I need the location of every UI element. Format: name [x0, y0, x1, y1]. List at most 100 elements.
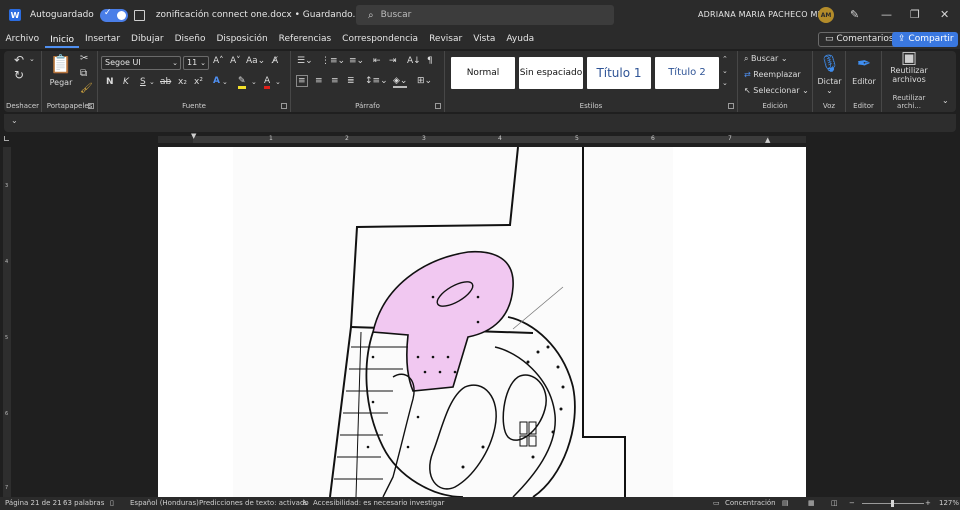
font-launcher[interactable]: [281, 103, 287, 109]
menu-revisar[interactable]: Revisar: [424, 30, 468, 49]
avatar[interactable]: AM: [818, 7, 834, 23]
vertical-ruler[interactable]: 3 4 5 6 7: [3, 147, 11, 497]
menu-vista[interactable]: Vista: [468, 30, 501, 49]
find-button[interactable]: ⌕ Buscar ⌄: [744, 54, 788, 64]
accessibility-status[interactable]: Accesibilidad: es necesario investigar: [313, 499, 444, 507]
sort-icon[interactable]: A↓: [407, 56, 421, 66]
text-effects-dropdown-icon[interactable]: ⌄: [222, 78, 228, 86]
search-box[interactable]: ⌕ Buscar: [356, 5, 614, 25]
zoom-in-icon[interactable]: +: [925, 499, 931, 507]
justify-icon[interactable]: ≣: [347, 76, 355, 86]
font-size-combo[interactable]: 11 ⌄: [183, 56, 209, 70]
menu-referencias[interactable]: Referencias: [273, 30, 337, 49]
styles-launcher[interactable]: [728, 103, 734, 109]
cut-icon[interactable]: ✂: [80, 53, 88, 64]
language[interactable]: Español (Honduras): [130, 499, 199, 507]
redo-icon[interactable]: ↻: [14, 68, 24, 82]
minimize-icon[interactable]: —: [881, 8, 892, 21]
grow-font-icon[interactable]: A˄: [213, 56, 224, 66]
clipboard-launcher[interactable]: [88, 103, 94, 109]
right-indent-marker[interactable]: ▲: [765, 136, 770, 144]
show-marks-icon[interactable]: ¶: [427, 56, 433, 66]
text-effects-icon[interactable]: A: [213, 76, 220, 86]
superscript-icon[interactable]: x²: [194, 77, 203, 87]
undo-dropdown-icon[interactable]: ⌄: [29, 55, 35, 63]
editor-button[interactable]: ✒ Editor: [848, 54, 880, 86]
style-heading-2[interactable]: Título 2: [655, 57, 719, 89]
zoom-level[interactable]: 127%: [939, 499, 959, 507]
font-color-dropdown-icon[interactable]: ⌄: [275, 78, 281, 86]
highlight-dropdown-icon[interactable]: ⌄: [251, 78, 257, 86]
reuse-files-button[interactable]: ▣ Reutilizar archivos: [884, 50, 934, 85]
autosave-toggle[interactable]: ✓: [99, 8, 128, 22]
accessibility-icon[interactable]: ♿: [302, 499, 308, 507]
styles-more-icon[interactable]: ⌄: [722, 79, 728, 87]
bold-icon[interactable]: N: [106, 77, 114, 87]
bullets-icon[interactable]: ☰⌄: [297, 56, 313, 66]
menu-correspondencia[interactable]: Correspondencia: [337, 30, 424, 49]
read-mode-icon[interactable]: ▤: [782, 499, 789, 507]
format-painter-icon[interactable]: 🖌: [80, 83, 93, 94]
styles-scroll-down-icon[interactable]: ⌄: [722, 67, 728, 75]
zoom-out-icon[interactable]: −: [849, 499, 855, 507]
decrease-indent-icon[interactable]: ⇤: [373, 56, 381, 66]
zoom-slider-thumb[interactable]: [891, 500, 894, 507]
undo-icon[interactable]: ↶: [14, 53, 24, 67]
page-count[interactable]: Página 21 de 21: [5, 499, 62, 507]
replace-button[interactable]: ⇄ Reemplazar: [744, 70, 801, 79]
tab-selector[interactable]: [4, 136, 9, 141]
strikethrough-icon[interactable]: ab: [160, 77, 171, 87]
collapse-ribbon-icon[interactable]: ⌄: [942, 96, 949, 105]
select-button[interactable]: ↖ Seleccionar ⌄: [744, 86, 809, 95]
menu-archivo[interactable]: Archivo: [0, 30, 45, 49]
borders-icon[interactable]: ⊞⌄: [417, 76, 432, 86]
customize-qat-icon[interactable]: ⌄: [11, 116, 18, 125]
style-no-spacing[interactable]: Sin espaciado: [519, 57, 583, 89]
menu-diseno[interactable]: Diseño: [169, 30, 211, 49]
horizontal-ruler[interactable]: 1 2 3 4 5 6 7 ▼ ▲: [0, 132, 960, 145]
focus-mode[interactable]: Concentración: [725, 499, 776, 507]
styles-scroll-up-icon[interactable]: ⌃: [722, 55, 728, 63]
first-line-indent-marker[interactable]: ▼: [191, 132, 196, 140]
menu-inicio[interactable]: Inicio: [44, 31, 80, 48]
highlight-icon[interactable]: ✎: [238, 76, 246, 89]
document-page[interactable]: [158, 147, 806, 497]
share-button[interactable]: ⇪ Compartir ⌄: [892, 32, 958, 59]
clear-format-icon[interactable]: A̸: [272, 56, 278, 66]
print-layout-icon[interactable]: ▦: [808, 499, 815, 507]
proofing-icon[interactable]: ▯: [110, 499, 114, 507]
restore-icon[interactable]: ❐: [910, 8, 920, 21]
save-icon[interactable]: [133, 9, 145, 21]
increase-indent-icon[interactable]: ⇥: [389, 56, 397, 66]
underline-icon[interactable]: S: [140, 77, 146, 87]
underline-dropdown-icon[interactable]: ⌄: [149, 78, 155, 86]
subscript-icon[interactable]: x₂: [178, 77, 187, 87]
multilevel-list-icon[interactable]: ≡⌄: [349, 56, 364, 66]
document-title[interactable]: zonificación connect one.docx • Guardand…: [156, 10, 371, 20]
text-predictions[interactable]: Predicciones de texto: activado: [199, 499, 309, 507]
style-normal[interactable]: Normal: [451, 57, 515, 89]
font-color-icon[interactable]: A: [264, 76, 271, 89]
align-center-icon[interactable]: ≡: [315, 76, 323, 86]
italic-icon[interactable]: K: [123, 77, 129, 87]
font-name-combo[interactable]: Segoe UI ⌄: [101, 56, 181, 70]
paragraph-launcher[interactable]: [435, 103, 441, 109]
menu-disposicion[interactable]: Disposición: [211, 30, 273, 49]
web-layout-icon[interactable]: ◫: [831, 499, 838, 507]
paste-button[interactable]: 📋 Pegar: [48, 54, 74, 87]
focus-icon[interactable]: ▭: [713, 499, 720, 507]
copy-icon[interactable]: ⧉: [80, 68, 87, 79]
pen-icon[interactable]: ✎: [850, 8, 859, 21]
align-right-icon[interactable]: ≡: [331, 76, 339, 86]
line-spacing-icon[interactable]: ↕≡⌄: [365, 76, 388, 86]
menu-dibujar[interactable]: Dibujar: [126, 30, 170, 49]
comments-button[interactable]: ▭ Comentarios: [818, 32, 901, 47]
menu-insertar[interactable]: Insertar: [79, 30, 125, 49]
close-icon[interactable]: ✕: [940, 8, 949, 21]
change-case-icon[interactable]: Aa⌄: [246, 56, 265, 66]
dictate-button[interactable]: 🎙 Dictar ⌄: [815, 54, 844, 95]
align-left-icon[interactable]: ≡: [296, 75, 308, 87]
numbering-icon[interactable]: ⋮≡⌄: [321, 56, 345, 66]
menu-ayuda[interactable]: Ayuda: [501, 30, 540, 49]
shading-icon[interactable]: ◈⌄: [393, 76, 408, 88]
